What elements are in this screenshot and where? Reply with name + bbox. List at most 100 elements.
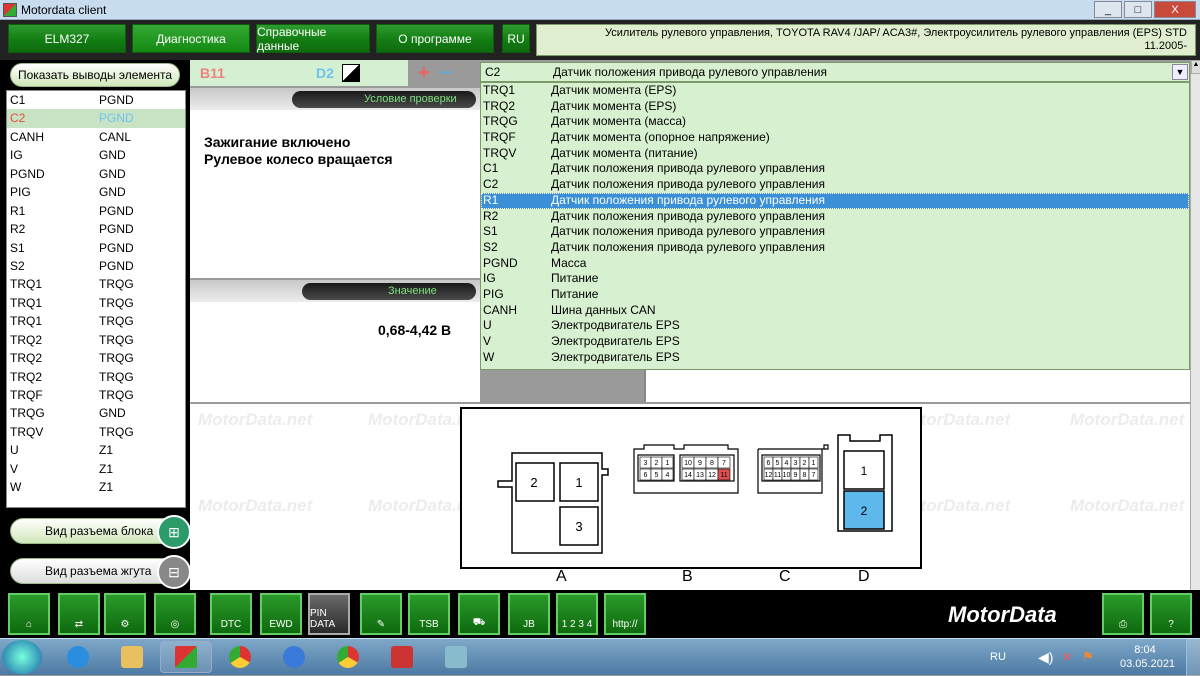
dropdown-option[interactable]: S2 Датчик положения привода рулевого упра… (481, 240, 1189, 256)
pdf-icon[interactable] (376, 641, 428, 673)
network-icon[interactable]: ✕ (1062, 650, 1072, 664)
tsb-button[interactable]: TSB (408, 593, 450, 635)
pin-row[interactable]: TRQ2 TRQG (7, 368, 185, 386)
language-button[interactable]: RU (502, 24, 530, 53)
dropdown-option[interactable]: U Электродвигатель EPS (481, 318, 1189, 334)
pin-select[interactable]: C2 Датчик положения привода рулевого упр… (480, 62, 1190, 82)
pin-row[interactable]: TRQV TRQG (7, 423, 185, 441)
dropdown-option[interactable]: C2 Датчик положения привода рулевого упра… (481, 177, 1189, 193)
jb-button[interactable]: JB (508, 593, 550, 635)
harness-icon: ⊟ (157, 555, 191, 589)
condition-line-2: Рулевое колесо вращается (204, 151, 393, 167)
start-button[interactable] (2, 640, 42, 674)
language-indicator[interactable]: RU (990, 651, 1006, 663)
pin-row[interactable]: TRQ1 TRQG (7, 294, 185, 312)
dropdown-option[interactable]: V Электродвигатель EPS (481, 334, 1189, 350)
value-text: 0,68-4,42 В (378, 322, 452, 338)
web-button[interactable]: http:// (604, 593, 646, 635)
grid-button[interactable]: 1 2 3 4 (556, 593, 598, 635)
pin-row[interactable]: C1 PGND (7, 91, 185, 109)
dropdown-option[interactable]: TRQV Датчик момента (питание) (481, 146, 1189, 162)
dropdown-option[interactable]: TRQ2 Датчик момента (EPS) (481, 99, 1189, 115)
pin-row[interactable]: CANH CANL (7, 128, 185, 146)
pin-row[interactable]: U Z1 (7, 441, 185, 459)
pin-row[interactable]: PIG GND (7, 183, 185, 201)
ie-icon[interactable] (52, 641, 104, 673)
pin-row[interactable]: TRQ2 TRQG (7, 349, 185, 367)
show-pins-button[interactable]: Показать выводы элемента (10, 63, 180, 87)
pin-row[interactable]: R2 PGND (7, 220, 185, 238)
dropdown-option[interactable]: R2 Датчик положения привода рулевого упра… (481, 209, 1189, 225)
chrome-alt-icon[interactable] (322, 641, 374, 673)
pin-data-button[interactable]: PIN DATA (308, 593, 350, 635)
dropdown-option[interactable]: W Электродвигатель EPS (481, 350, 1189, 366)
ewd-button[interactable]: EWD (260, 593, 302, 635)
dropdown-option[interactable]: TRQF Датчик момента (опорное напряжение) (481, 130, 1189, 146)
diagnostics-button[interactable]: Диагностика (132, 24, 250, 53)
dropdown-option[interactable]: CANH Шина данных CAN (481, 303, 1189, 319)
wheel-icon[interactable]: ◎ (154, 593, 196, 635)
help-icon[interactable]: ? (1150, 593, 1192, 635)
elm327-button[interactable]: ELM327 (8, 24, 126, 53)
pin-row[interactable]: TRQ2 TRQG (7, 331, 185, 349)
maximize-button[interactable]: □ (1124, 1, 1152, 18)
motordata-task-icon[interactable] (160, 641, 212, 673)
pin-row[interactable]: IG GND (7, 146, 185, 164)
flag-icon[interactable]: ⚑ (1082, 649, 1094, 665)
pin-row[interactable]: C2 PGND (7, 109, 185, 128)
option-desc: Датчик положения привода рулевого управл… (551, 161, 825, 176)
pin-row[interactable]: V Z1 (7, 460, 185, 478)
pin-row[interactable]: S2 PGND (7, 257, 185, 275)
option-desc: Датчик положения привода рулевого управл… (551, 192, 825, 207)
dropdown-option[interactable]: IG Питание (481, 271, 1189, 287)
about-button[interactable]: О программе (376, 24, 494, 53)
dropdown-option[interactable]: PIG Питание (481, 287, 1189, 303)
plus-button[interactable]: + (418, 62, 430, 84)
explorer-icon[interactable] (106, 641, 158, 673)
harness-connector-view-button[interactable]: Вид разъема жгута ⊟ (10, 555, 191, 589)
connector-cell-label: 10 (684, 460, 692, 467)
block-connector-view-button[interactable]: Вид разъема блока ⊞ (10, 515, 191, 549)
pin-a: C1 (10, 93, 26, 107)
show-desktop-button[interactable] (1186, 639, 1200, 676)
dropdown-option[interactable]: C1 Датчик положения привода рулевого упра… (481, 161, 1189, 177)
home-icon[interactable]: ⌂ (8, 593, 50, 635)
notes-icon[interactable] (430, 641, 482, 673)
scroll-up-icon[interactable]: ▲ (1191, 60, 1200, 74)
dropdown-option[interactable]: PGND Масса (481, 256, 1189, 272)
pin-b: TRQG (99, 277, 134, 292)
dtc-button[interactable]: DTC (210, 593, 252, 635)
pin-row[interactable]: TRQF TRQG (7, 386, 185, 404)
chevron-down-icon[interactable]: ▼ (1172, 64, 1188, 80)
watermark: MotorData.net (1070, 410, 1185, 429)
tools-icon[interactable]: ✎ (360, 593, 402, 635)
volume-icon[interactable]: ◀) (1038, 649, 1053, 666)
pin-row[interactable]: TRQG GND (7, 404, 185, 422)
pin-a: S2 (10, 258, 25, 273)
print-icon[interactable]: ⎙ (1102, 593, 1144, 635)
reference-data-button[interactable]: Справочные данные (256, 24, 370, 53)
chrome-icon[interactable] (214, 641, 266, 673)
pin-row[interactable]: R1 PGND (7, 202, 185, 220)
dropdown-option[interactable]: R1 Датчик положения привода рулевого упра… (481, 192, 1189, 209)
pin-row[interactable]: TRQ1 TRQG (7, 312, 185, 330)
connect-icon[interactable]: ⇄ (58, 593, 100, 635)
truck-icon[interactable]: ⛟ (458, 593, 500, 635)
rocket-icon[interactable] (268, 641, 320, 673)
select-code: C2 (485, 65, 501, 79)
engine-icon[interactable]: ⚙ (104, 593, 146, 635)
block-view-label: Вид разъема блока (45, 524, 154, 538)
pin-row[interactable]: PGND GND (7, 165, 185, 183)
pin-row[interactable]: S1 PGND (7, 239, 185, 257)
clock[interactable]: 8:04 03.05.2021 (1120, 643, 1175, 671)
pin-row[interactable]: W Z1 (7, 478, 185, 496)
dropdown-option[interactable]: TRQ1 Датчик момента (EPS) (481, 83, 1189, 99)
vertical-scrollbar[interactable]: ▲ (1190, 60, 1200, 590)
pin-row[interactable]: TRQ1 TRQG (7, 275, 185, 293)
dropdown-option[interactable]: TRQG Датчик момента (масса) (481, 114, 1189, 130)
minimize-button[interactable]: _ (1094, 1, 1122, 18)
minus-button[interactable]: − (440, 62, 452, 84)
close-button[interactable]: X (1154, 1, 1196, 18)
option-code: PIG (483, 286, 504, 301)
dropdown-option[interactable]: S1 Датчик положения привода рулевого упра… (481, 224, 1189, 240)
